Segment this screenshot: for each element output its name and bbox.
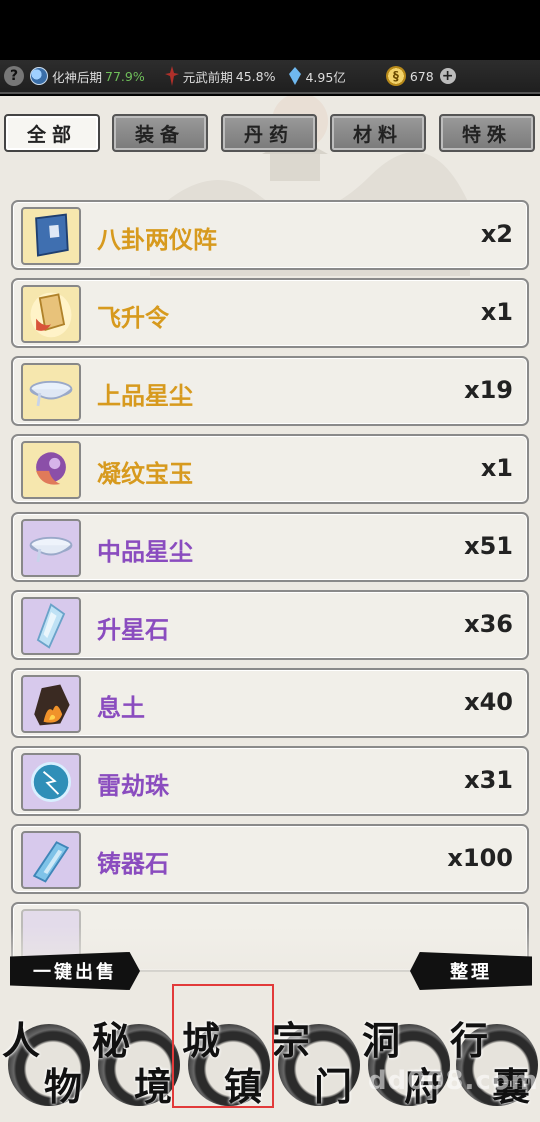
sort-button[interactable]: 整理: [410, 952, 532, 990]
list-item[interactable]: 中品星尘 x51: [11, 512, 529, 582]
tab-all[interactable]: 全部: [4, 114, 100, 152]
status-bar: ? 化神后期 77.9% 元武前期 45.8% 4.95亿 § 678 +: [0, 60, 540, 94]
list-item[interactable]: 上品星尘 x19: [11, 356, 529, 426]
top-black-bar: [0, 0, 540, 60]
nav-cave-dwelling[interactable]: 洞 府: [362, 1010, 452, 1120]
category-tabs: 全部 装备 丹药 材料 特殊: [0, 114, 540, 154]
item-name: 凝纹宝玉: [97, 460, 193, 488]
nav-bag[interactable]: 行 囊: [450, 1010, 540, 1120]
item-quantity: x1: [480, 298, 513, 326]
list-item[interactable]: 凝纹宝玉 x1: [11, 434, 529, 504]
stardust-dish-icon: [21, 519, 81, 577]
list-item[interactable]: 息土 x40: [11, 668, 529, 738]
nav-character[interactable]: 人 物: [2, 1010, 92, 1120]
nav-sect[interactable]: 宗 门: [272, 1010, 362, 1120]
martial-percent: 45.8%: [235, 68, 276, 84]
cultivation-label: 化神后期: [52, 69, 103, 85]
item-quantity: x2: [480, 220, 513, 248]
list-item[interactable]: 升星石 x36: [11, 590, 529, 660]
nav-char-1: 洞: [362, 1018, 401, 1063]
thunder-orb-icon: [21, 753, 81, 811]
tab-equipment[interactable]: 装备: [112, 114, 208, 152]
stardust-dish-icon: [21, 363, 81, 421]
item-quantity: x51: [464, 532, 513, 560]
list-item[interactable]: 铸器石 x100: [11, 824, 529, 894]
nav-char-1: 人: [2, 1018, 41, 1063]
help-button[interactable]: ?: [4, 66, 24, 86]
item-quantity: x36: [464, 610, 513, 638]
item-name: 铸器石: [97, 850, 169, 878]
tab-materials[interactable]: 材料: [330, 114, 426, 152]
ascension-token-icon: [21, 285, 81, 343]
watermark: dd008.com: [368, 1066, 539, 1096]
spirit-stone-icon: [289, 67, 302, 85]
nav-char-2: 物: [44, 1064, 83, 1109]
item-name: 息土: [97, 694, 145, 722]
add-coin-button[interactable]: +: [439, 68, 456, 84]
tab-pills[interactable]: 丹药: [221, 114, 317, 152]
list-item[interactable]: 飞升令 x1: [11, 278, 529, 348]
item-quantity: x40: [464, 688, 513, 716]
coin-icon: §: [385, 66, 406, 86]
highlight-box: [172, 984, 274, 1108]
nav-char-2: 境: [134, 1064, 173, 1109]
spirit-stone-count: 4.95亿: [305, 69, 346, 85]
cultivation-percent: 77.9%: [105, 68, 145, 84]
nav-char-1: 宗: [272, 1018, 311, 1063]
scroll-book-icon: [21, 207, 81, 265]
martial-icon: [164, 66, 179, 86]
jade-gem-icon: [21, 441, 81, 499]
tab-special[interactable]: 特殊: [439, 114, 535, 152]
crystal-shard-icon: [21, 831, 81, 889]
sell-all-button[interactable]: 一键出售: [10, 952, 140, 990]
nav-secret-realm[interactable]: 秘 境: [92, 1010, 182, 1120]
fire-rock-icon: [21, 675, 81, 733]
item-name: 上品星尘: [97, 382, 193, 410]
nav-char-2: 门: [314, 1064, 353, 1109]
inventory-panel: 全部 装备 丹药 材料 特殊 八卦两仪阵 x2 飞升令 x1 上品星尘 x19 …: [0, 96, 540, 1122]
item-name: 升星石: [97, 616, 169, 644]
martial-label: 元武前期: [182, 69, 233, 85]
item-quantity: x31: [464, 766, 513, 794]
list-item[interactable]: 八卦两仪阵 x2: [11, 200, 529, 270]
item-quantity: x100: [447, 844, 513, 872]
list-item[interactable]: 雷劫珠 x31: [11, 746, 529, 816]
star-stone-icon: [21, 597, 81, 655]
item-name: 中品星尘: [97, 538, 193, 566]
nav-char-1: 行: [450, 1018, 489, 1063]
item-name: 雷劫珠: [97, 772, 169, 800]
item-name: 八卦两仪阵: [97, 226, 217, 254]
item-quantity: x19: [464, 376, 513, 404]
coin-count: 678: [409, 68, 434, 84]
nav-char-1: 秘: [92, 1018, 131, 1063]
item-name: 飞升令: [97, 304, 169, 332]
cultivation-icon: [30, 67, 48, 85]
item-quantity: x1: [480, 454, 513, 482]
